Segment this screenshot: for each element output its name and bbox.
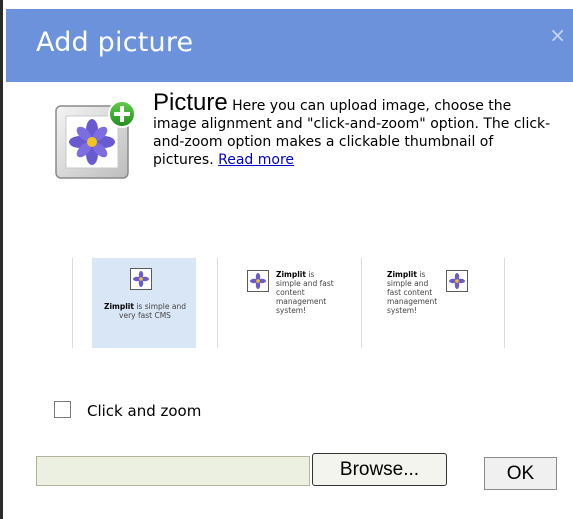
dialog-title: Add picture xyxy=(36,27,194,58)
option-separator xyxy=(361,258,362,348)
add-picture-icon xyxy=(55,100,136,179)
ok-button[interactable]: OK xyxy=(484,457,557,490)
add-picture-dialog: Add picture × Picture Here you can uploa… xyxy=(0,0,573,519)
flower-thumbnail-icon xyxy=(446,270,468,292)
flower-thumbnail-icon xyxy=(130,268,152,290)
option-separator xyxy=(504,258,505,348)
option-brand: Zimplit xyxy=(104,302,134,311)
option-separator xyxy=(217,258,218,348)
close-icon[interactable]: × xyxy=(549,25,566,45)
flower-thumbnail-icon xyxy=(247,270,269,292)
section-heading: Picture xyxy=(153,89,228,116)
click-and-zoom-checkbox[interactable] xyxy=(54,401,71,418)
option-caption: Zimplit is simple and fast content manag… xyxy=(387,270,443,315)
browse-button[interactable]: Browse... xyxy=(312,453,447,486)
option-caption: Zimplit is simple and fast content manag… xyxy=(276,270,340,315)
alignment-option-center[interactable]: Zimplit is simple and very fast CMS xyxy=(92,258,196,348)
option-brand: Zimplit xyxy=(387,270,417,279)
alignment-option-right[interactable]: Zimplit is simple and fast content manag… xyxy=(379,258,483,348)
intro-text: Picture Here you can upload image, choos… xyxy=(153,91,553,169)
option-caption: Zimplit is simple and very fast CMS xyxy=(96,302,194,320)
alignment-option-left[interactable]: Zimplit is simple and fast content manag… xyxy=(236,258,340,348)
read-more-link[interactable]: Read more xyxy=(218,152,294,168)
dialog-titlebar: Add picture × xyxy=(6,9,573,82)
file-path-field[interactable] xyxy=(36,456,310,486)
option-separator xyxy=(72,258,73,348)
option-brand: Zimplit xyxy=(276,270,306,279)
click-and-zoom-label[interactable]: Click and zoom xyxy=(87,402,201,420)
